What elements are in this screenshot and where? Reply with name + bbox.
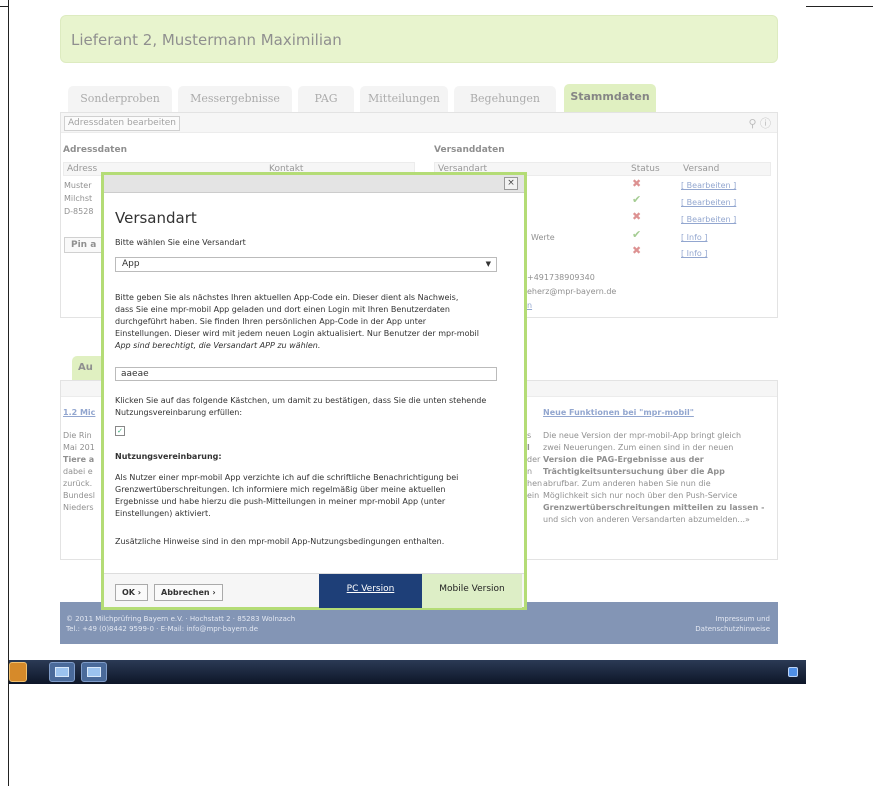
dialog-description-line: dass Sie eine mpr-mobil App geladen und … [115,305,450,314]
window-icon [87,667,101,677]
cancel-button[interactable]: Abbrechen › [154,584,223,601]
close-icon[interactable]: × [504,177,518,190]
select-value: App [122,259,140,269]
additional-hint: Zusätzliche Hinweise sind in den mpr-mob… [115,537,445,546]
dialog-heading: Versandart [115,209,197,227]
scan-frame-line [805,6,873,7]
dialog-description-line: App sind berechtigt, die Versandart APP … [115,341,321,350]
agreement-line: Ergebnisse und habe hierzu die push-Mitt… [115,497,446,506]
checkbox-instruction-line: Nutzungsvereinbarung erfüllen: [115,408,243,417]
window-icon [55,667,69,677]
agreement-line: Einstellungen) aktiviert. [115,509,211,518]
browser-viewport: Lieferant 2, Mustermann Maximilian Sonde… [9,0,806,660]
agreement-title: Nutzungsvereinbarung: [115,452,222,461]
mobile-version-button[interactable]: Mobile Version [422,574,522,608]
shipping-method-select[interactable]: App ▼ [115,257,497,272]
chevron-down-icon: ▼ [485,260,491,268]
dialog-button-bar: OK › Abbrechen › PC Version Mobile Versi… [104,573,524,608]
dialog-description-line: Einstellungen. Dieser wird mit jedem neu… [115,329,479,338]
start-orb-icon[interactable] [9,662,27,682]
taskbar-app-button[interactable] [49,662,75,682]
os-taskbar [9,660,806,684]
pc-version-link[interactable]: PC Version [319,574,422,608]
agreement-line: Als Nutzer einer mpr-mobil App verzichte… [115,473,459,482]
tray-icon[interactable] [788,667,798,677]
agreement-line: Grenzwertüberschreitungen. Ich informier… [115,485,446,494]
dialog-titlebar: × [104,175,524,193]
shipping-method-dialog: × Versandart Bitte wählen Sie eine Versa… [101,172,527,610]
app-code-input[interactable]: aaeae [115,367,497,381]
ok-button[interactable]: OK › [115,584,149,601]
dialog-description-line: Bitte geben Sie als nächstes Ihren aktue… [115,293,459,302]
taskbar-app-button[interactable] [81,662,107,682]
checkbox-instruction-line: Klicken Sie auf das folgende Kästchen, u… [115,396,487,405]
dialog-description-line: durchgeführt haben. Sie finden Ihren per… [115,317,427,326]
dialog-prompt: Bitte wählen Sie eine Versandart [115,238,246,247]
agreement-checkbox[interactable]: ✓ [115,426,125,436]
